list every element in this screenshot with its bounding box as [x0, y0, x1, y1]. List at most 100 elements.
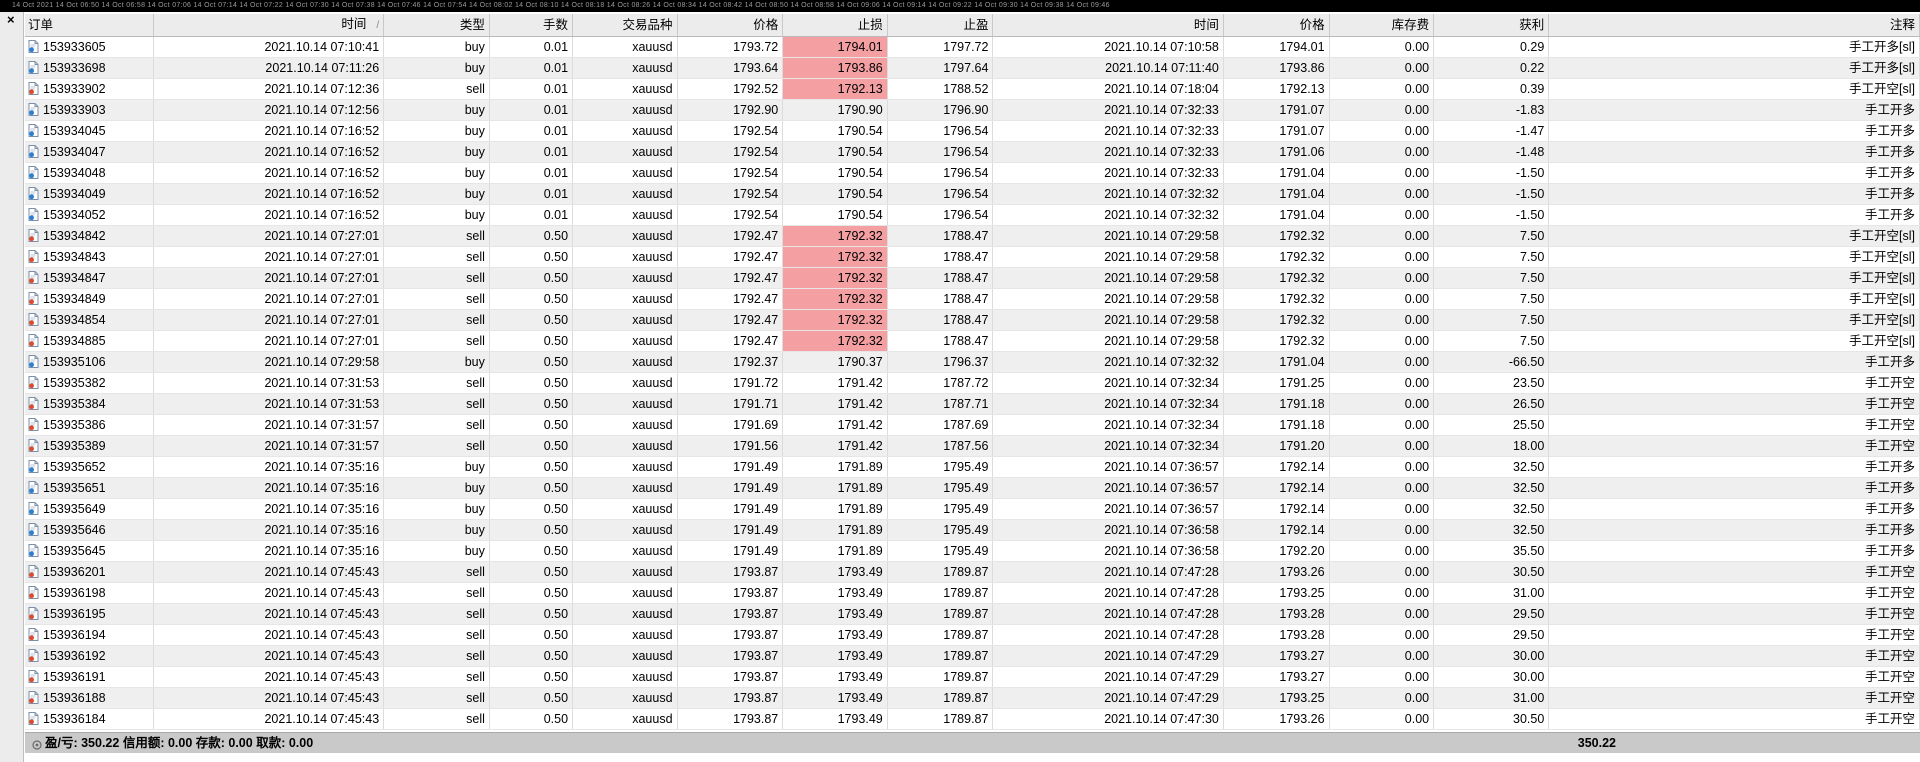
- table-row[interactable]: 153933903 2021.10.14 07:12:56 buy 0.01 xauus…: [25, 99, 1920, 121]
- close-price-cell: 1793.25: [1223, 687, 1330, 709]
- close-time-cell: 2021.10.14 07:36:58: [992, 540, 1224, 562]
- open-time-cell: 2021.10.14 07:31:57: [153, 435, 385, 457]
- table-row[interactable]: 153935382 2021.10.14 07:31:53 sell 0.50 xauu…: [25, 372, 1920, 394]
- comment-cell: 手工开多: [1548, 456, 1920, 478]
- table-row[interactable]: 153934052 2021.10.14 07:16:52 buy 0.01 xauus…: [25, 204, 1920, 226]
- close-icon[interactable]: ×: [7, 13, 15, 27]
- header-stop-loss[interactable]: 止损: [782, 14, 888, 37]
- open-price-cell-value: 1792.47: [733, 292, 779, 306]
- symbol-cell-value: xauusd: [632, 418, 673, 432]
- table-row[interactable]: 153933605 2021.10.14 07:10:41 buy 0.01 xauus…: [25, 36, 1920, 58]
- take-profit-cell-value: 1796.37: [943, 355, 989, 369]
- header-close-price[interactable]: 价格: [1223, 14, 1330, 37]
- type-cell-value: buy: [464, 40, 485, 54]
- header-open-time[interactable]: 时间 /: [153, 14, 385, 37]
- order-cell: 153936188: [25, 687, 154, 709]
- take-profit-cell-value: 1788.47: [943, 271, 989, 285]
- comment-cell-value: 手工开空: [1864, 418, 1915, 432]
- header-comment[interactable]: 注释: [1548, 14, 1920, 37]
- table-row[interactable]: 153934843 2021.10.14 07:27:01 sell 0.50 xauu…: [25, 246, 1920, 268]
- header-order[interactable]: 订单: [25, 14, 154, 37]
- close-price-cell: 1793.27: [1223, 645, 1330, 667]
- table-row[interactable]: 153933902 2021.10.14 07:12:36 sell 0.01 xauu…: [25, 78, 1920, 100]
- close-time-cell-value: 2021.10.14 07:29:58: [1104, 334, 1219, 348]
- header-type[interactable]: 类型: [383, 14, 490, 37]
- open-price-cell-value: 1792.52: [733, 82, 779, 96]
- header-lots[interactable]: 手数: [489, 14, 574, 37]
- take-profit-cell-value: 1787.72: [943, 376, 989, 390]
- table-row[interactable]: 153936194 2021.10.14 07:45:43 sell 0.50 xauu…: [25, 624, 1920, 646]
- stop-loss-cell-value: 1791.89: [837, 460, 883, 474]
- table-row[interactable]: 153935386 2021.10.14 07:31:57 sell 0.50 xauu…: [25, 414, 1920, 436]
- order-cell: 153935651: [25, 477, 154, 499]
- lots-cell: 0.50: [489, 393, 574, 415]
- type-cell: sell: [383, 687, 490, 709]
- close-price-cell: 1791.06: [1223, 141, 1330, 163]
- table-row[interactable]: 153935649 2021.10.14 07:35:16 buy 0.50 xauus…: [25, 498, 1920, 520]
- table-row[interactable]: 153934885 2021.10.14 07:27:01 sell 0.50 xauu…: [25, 330, 1920, 352]
- header-take-profit[interactable]: 止盈: [887, 14, 994, 37]
- stop-loss-cell: 1792.13: [782, 78, 888, 100]
- table-row[interactable]: 153934842 2021.10.14 07:27:01 sell 0.50 xauu…: [25, 225, 1920, 247]
- close-time-cell: 2021.10.14 07:11:40: [992, 57, 1224, 79]
- comment-cell-value: 手工开空: [1864, 691, 1915, 705]
- table-row[interactable]: 153934048 2021.10.14 07:16:52 buy 0.01 xauus…: [25, 162, 1920, 184]
- symbol-cell-value: xauusd: [632, 481, 673, 495]
- stop-loss-cell-value: 1791.89: [837, 523, 883, 537]
- close-price-cell-value: 1792.14: [1279, 502, 1325, 516]
- header-open-price[interactable]: 价格: [677, 14, 784, 37]
- table-row[interactable]: 153934045 2021.10.14 07:16:52 buy 0.01 xauus…: [25, 120, 1920, 142]
- stop-loss-cell-value: 1791.89: [837, 544, 883, 558]
- close-price-cell-value: 1793.28: [1279, 607, 1325, 621]
- header-close-time[interactable]: 时间: [992, 14, 1224, 37]
- table-row[interactable]: 153935652 2021.10.14 07:35:16 buy 0.50 xauus…: [25, 456, 1920, 478]
- lots-cell: 0.50: [489, 498, 574, 520]
- open-price-cell: 1793.87: [677, 687, 784, 709]
- table-row[interactable]: 153935651 2021.10.14 07:35:16 buy 0.50 xauus…: [25, 477, 1920, 499]
- close-time-cell: 2021.10.14 07:36:57: [992, 498, 1224, 520]
- header-profit[interactable]: 获利: [1433, 14, 1550, 37]
- table-row[interactable]: 153936201 2021.10.14 07:45:43 sell 0.50 xauu…: [25, 561, 1920, 583]
- table-row[interactable]: 153935645 2021.10.14 07:35:16 buy 0.50 xauus…: [25, 540, 1920, 562]
- open-price-cell-value: 1792.47: [733, 250, 779, 264]
- type-cell-value: buy: [464, 103, 485, 117]
- close-time-cell: 2021.10.14 07:47:29: [992, 687, 1224, 709]
- table-row[interactable]: 153935389 2021.10.14 07:31:57 sell 0.50 xauu…: [25, 435, 1920, 457]
- profit-cell-value: 32.50: [1513, 460, 1545, 474]
- table-row[interactable]: 153936188 2021.10.14 07:45:43 sell 0.50 xauu…: [25, 687, 1920, 709]
- table-row[interactable]: 153936192 2021.10.14 07:45:43 sell 0.50 xauu…: [25, 645, 1920, 667]
- table-row[interactable]: 153934849 2021.10.14 07:27:01 sell 0.50 xauu…: [25, 288, 1920, 310]
- profit-cell: -1.50: [1433, 162, 1550, 184]
- lots-cell: 0.50: [489, 435, 574, 457]
- table-row[interactable]: 153936184 2021.10.14 07:45:43 sell 0.50 xauu…: [25, 708, 1920, 730]
- close-time-cell-value: 2021.10.14 07:32:33: [1104, 145, 1219, 159]
- header-symbol[interactable]: 交易品种: [572, 14, 678, 37]
- header-swap[interactable]: 库存费: [1329, 14, 1435, 37]
- swap-cell-value: 0.00: [1404, 313, 1430, 327]
- swap-cell: 0.00: [1329, 435, 1435, 457]
- take-profit-cell: 1797.64: [887, 57, 994, 79]
- comment-cell: 手工开空[sl]: [1548, 225, 1920, 247]
- swap-cell-value: 0.00: [1404, 376, 1430, 390]
- open-price-cell: 1793.87: [677, 666, 784, 688]
- symbol-cell-value: xauusd: [632, 313, 673, 327]
- symbol-cell-value: xauusd: [632, 670, 673, 684]
- table-row[interactable]: 153933698 2021.10.14 07:11:26 buy 0.01 xauus…: [25, 57, 1920, 79]
- table-row[interactable]: 153935106 2021.10.14 07:29:58 buy 0.50 xauus…: [25, 351, 1920, 373]
- table-row[interactable]: 153934854 2021.10.14 07:27:01 sell 0.50 xauu…: [25, 309, 1920, 331]
- table-row[interactable]: 153934847 2021.10.14 07:27:01 sell 0.50 xauu…: [25, 267, 1920, 289]
- close-price-cell-value: 1793.25: [1279, 691, 1325, 705]
- table-row[interactable]: 153936191 2021.10.14 07:45:43 sell 0.50 xauu…: [25, 666, 1920, 688]
- open-time-cell-value: 2021.10.14 07:31:53: [264, 397, 380, 411]
- table-row[interactable]: 153936198 2021.10.14 07:45:43 sell 0.50 xauu…: [25, 582, 1920, 604]
- table-row[interactable]: 153935646 2021.10.14 07:35:16 buy 0.50 xauus…: [25, 519, 1920, 541]
- close-price-cell: 1792.32: [1223, 330, 1330, 352]
- table-row[interactable]: 153935384 2021.10.14 07:31:53 sell 0.50 xauu…: [25, 393, 1920, 415]
- type-cell: sell: [383, 603, 490, 625]
- close-time-cell: 2021.10.14 07:29:58: [992, 330, 1224, 352]
- table-row[interactable]: 153934049 2021.10.14 07:16:52 buy 0.01 xauus…: [25, 183, 1920, 205]
- comment-cell: 手工开多: [1548, 351, 1920, 373]
- table-row[interactable]: 153936195 2021.10.14 07:45:43 sell 0.50 xauu…: [25, 603, 1920, 625]
- swap-cell: 0.00: [1329, 162, 1435, 184]
- table-row[interactable]: 153934047 2021.10.14 07:16:52 buy 0.01 xauus…: [25, 141, 1920, 163]
